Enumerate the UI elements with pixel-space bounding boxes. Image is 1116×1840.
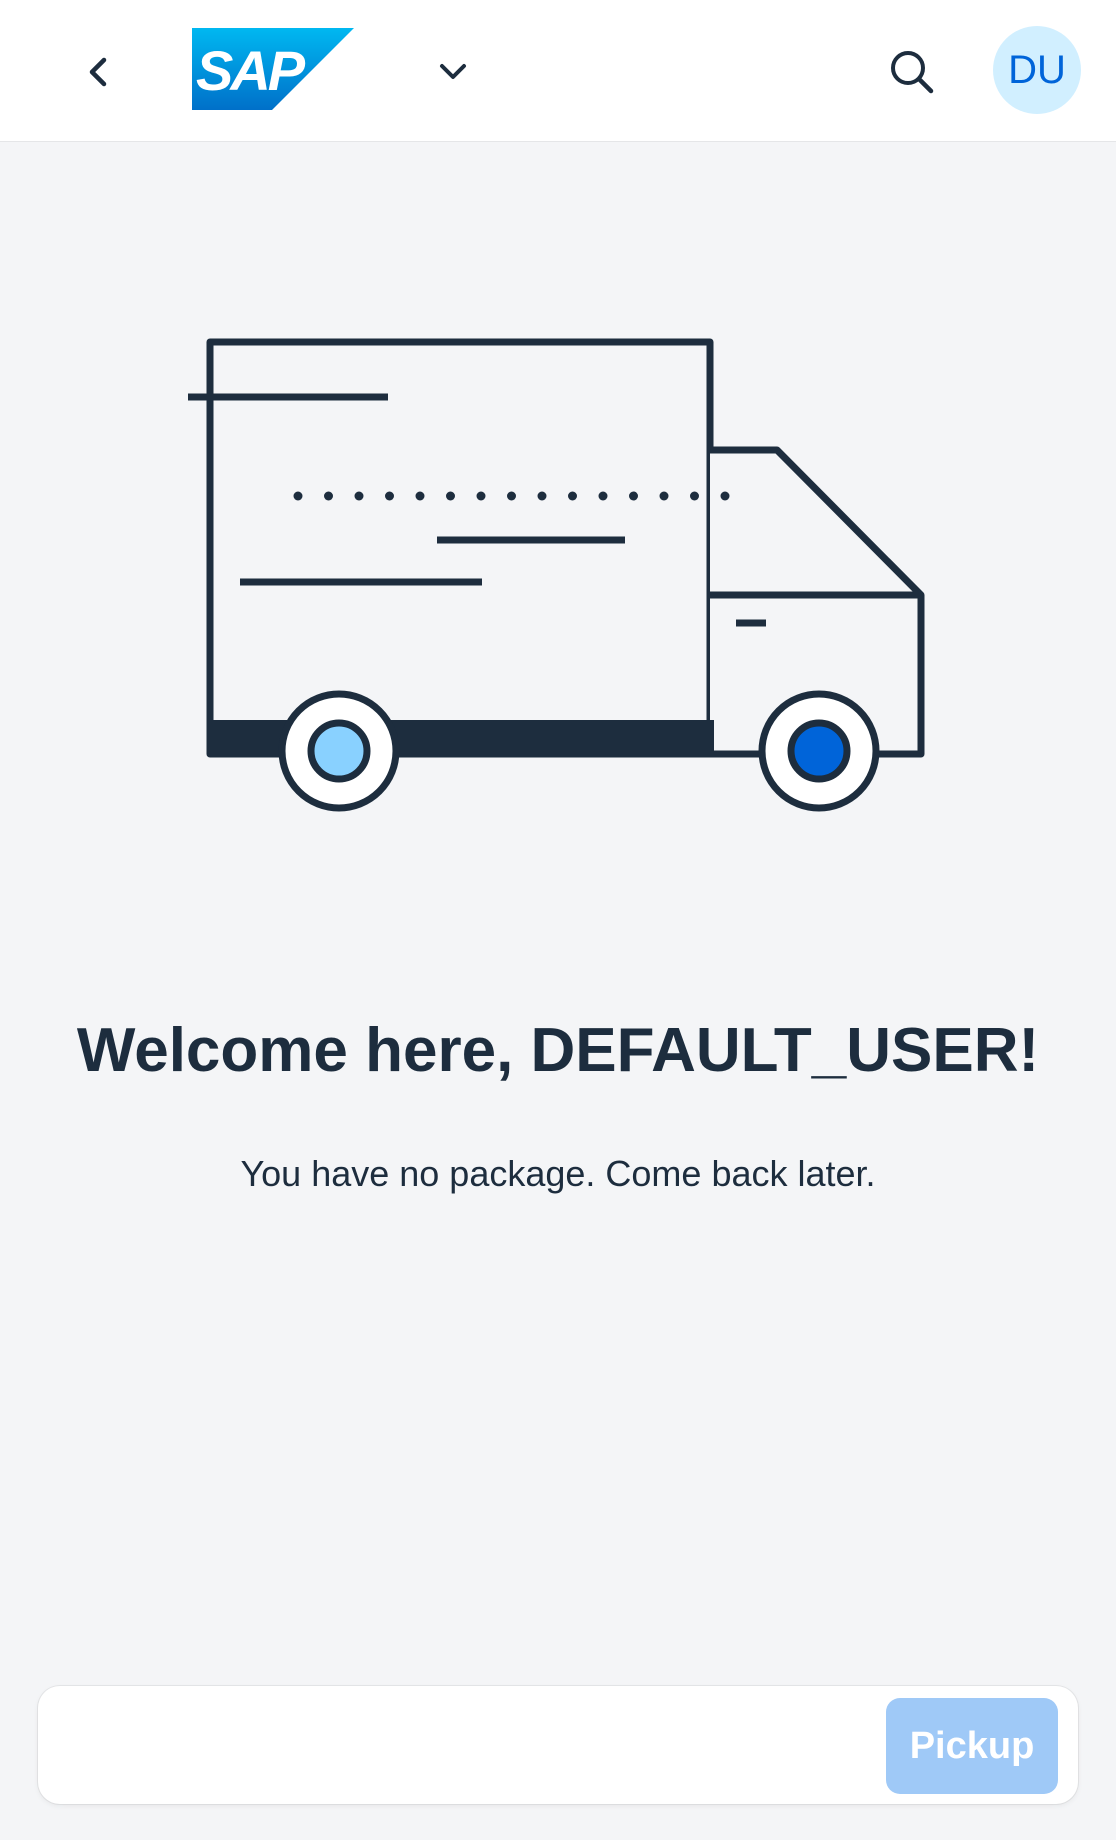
search-icon [891, 51, 934, 94]
chevron-left-icon [89, 57, 107, 87]
welcome-title: Welcome here, DEFAULT_USER! [76, 1016, 1040, 1085]
delivery-truck-icon [188, 338, 925, 812]
svg-text:SAP: SAP [196, 39, 306, 102]
pickup-button[interactable]: Pickup [886, 1698, 1058, 1794]
product-switch-button[interactable] [428, 50, 478, 94]
footer-toolbar: Pickup [38, 1686, 1078, 1804]
back-button[interactable] [72, 44, 124, 100]
chevron-down-icon [440, 64, 466, 79]
shell-bar: SAP DU [0, 0, 1116, 141]
search-button[interactable] [882, 44, 942, 100]
user-avatar[interactable]: DU [993, 26, 1081, 114]
empty-state-message: You have no package. Come back later. [240, 1153, 876, 1194]
sap-logo[interactable]: SAP [192, 28, 354, 110]
